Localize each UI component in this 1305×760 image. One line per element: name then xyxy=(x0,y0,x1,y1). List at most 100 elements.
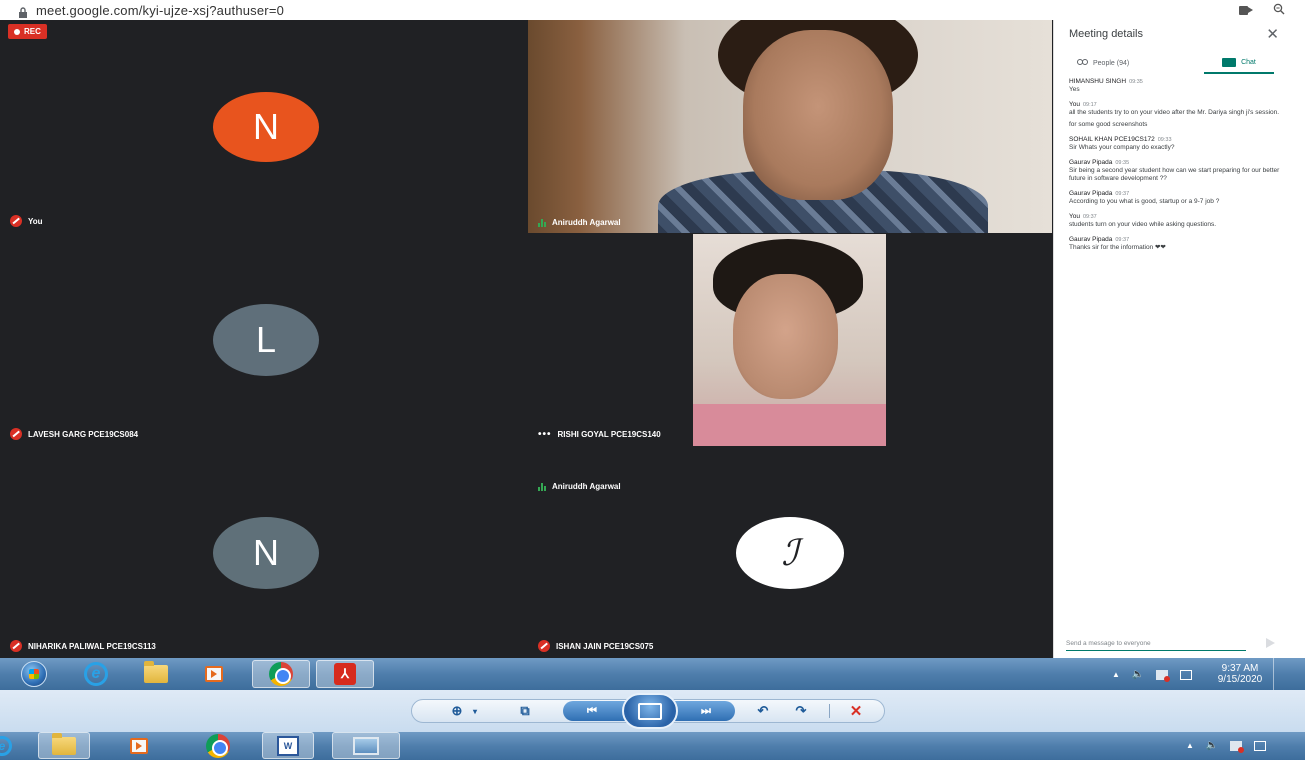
internet-explorer-icon: e xyxy=(84,662,108,686)
message-time: 09:37 xyxy=(1115,237,1130,243)
chat-message: HIMANSHU SINGH 09:35 Yes xyxy=(1069,78,1284,94)
taskbar-media-player[interactable] xyxy=(118,732,160,759)
message-time: 09:35 xyxy=(1129,79,1143,85)
zoom-icon[interactable]: ⊕ xyxy=(447,702,467,720)
taskbar-ie[interactable]: e xyxy=(76,660,116,688)
folder-icon xyxy=(144,661,168,683)
message-text: for some good screenshots xyxy=(1069,121,1148,128)
taskbar-explorer[interactable] xyxy=(136,660,176,688)
taskbar-chrome[interactable] xyxy=(252,660,310,688)
participant-name-text: NIHARIKA PALIWAL PCE19CS113 xyxy=(28,641,156,651)
camera-icon[interactable] xyxy=(1239,6,1253,15)
taskbar-word[interactable]: W xyxy=(262,732,314,759)
chat-message: You 09:37 students turn on your video whi… xyxy=(1069,213,1284,229)
taskbar-chrome[interactable] xyxy=(192,732,244,759)
show-desktop-button[interactable] xyxy=(1273,658,1283,690)
recording-badge: REC xyxy=(8,24,47,39)
actual-size-icon[interactable]: ⧉ xyxy=(514,702,536,720)
toolbar-divider xyxy=(829,704,830,718)
folder-icon xyxy=(52,732,76,755)
message-sender: Gaurav Pipada xyxy=(1069,190,1113,197)
meeting-details-panel: Meeting details ✕ People (94) Chat HIMAN… xyxy=(1053,20,1293,658)
start-button[interactable] xyxy=(14,660,54,688)
network-icon[interactable] xyxy=(1180,669,1193,680)
delete-icon[interactable]: ✕ xyxy=(845,702,867,720)
participant-name: You xyxy=(10,215,43,227)
action-center-flag-icon[interactable] xyxy=(1156,669,1171,682)
avatar-letter: N xyxy=(253,106,279,147)
participant-video-feed xyxy=(693,234,886,446)
chat-message-input[interactable]: Send a message to everyone xyxy=(1066,637,1246,651)
avatar-letter: N xyxy=(253,532,279,573)
volume-icon[interactable]: 🔈 xyxy=(1132,669,1144,680)
photo-viewer-icon xyxy=(353,736,379,755)
photo-viewer-toolbar: ⊕ ▾ ⧉ ⏮ ⏭ ↶ ↷ ✕ xyxy=(0,690,1305,732)
windows-taskbar-secondary: e W ▲ 🔈 xyxy=(0,732,1305,760)
message-sender: Gaurav Pipada xyxy=(1069,236,1113,243)
recording-label: REC xyxy=(24,27,41,36)
windows-start-icon xyxy=(21,661,47,687)
avatar-letter: L xyxy=(255,319,277,360)
avatar: L xyxy=(213,304,319,376)
network-icon[interactable] xyxy=(1254,740,1267,751)
message-text: According to you what is good, startup o… xyxy=(1069,198,1220,205)
participant-tile-lavesh[interactable]: L LAVESH GARG PCE19CS084 xyxy=(0,234,527,446)
avatar-letter: ℐ xyxy=(781,532,799,574)
message-sender: Gaurav Pipada xyxy=(1069,159,1113,166)
mic-muted-icon xyxy=(10,215,22,227)
message-text: students turn on your video while asking… xyxy=(1069,221,1217,228)
chat-messages: HIMANSHU SINGH 09:35 Yes You 09:17 all the… xyxy=(1069,78,1284,259)
participant-tile-niharika[interactable]: N NIHARIKA PALIWAL PCE19CS113 xyxy=(0,447,527,658)
tab-chat[interactable]: Chat xyxy=(1204,52,1274,74)
system-tray: ▲ 🔈 xyxy=(1186,740,1267,753)
rotate-counterclockwise-icon[interactable]: ↶ xyxy=(752,702,774,720)
lock-icon xyxy=(18,5,28,18)
screenshot-root: meet.google.com/kyi-ujze-xsj?authuser=0 … xyxy=(0,0,1305,760)
taskbar-acrobat[interactable]: ⅄ xyxy=(316,660,374,688)
slideshow-button[interactable] xyxy=(622,693,678,729)
send-icon[interactable] xyxy=(1266,638,1275,648)
record-dot-icon xyxy=(14,28,20,35)
participant-name-overlay: Aniruddh Agarwal xyxy=(538,219,621,754)
taskbar-media-player[interactable] xyxy=(194,660,234,688)
tab-chat-label: Chat xyxy=(1241,58,1256,66)
tray-expand-icon[interactable]: ▲ xyxy=(1112,670,1120,679)
avatar: ℐ xyxy=(736,517,844,589)
internet-explorer-icon: e xyxy=(0,736,12,756)
panel-tabs: People (94) Chat xyxy=(1054,52,1294,74)
windows-taskbar: e ⅄ ▲ 🔈 9:37 AM 9/15/2020 xyxy=(0,658,1305,690)
participant-name: LAVESH GARG PCE19CS084 xyxy=(10,428,138,440)
chat-message: You 09:17 all the students try to on your… xyxy=(1069,101,1284,129)
participant-video-feed xyxy=(528,20,1052,233)
acrobat-pdf-icon: ⅄ xyxy=(334,663,356,685)
browser-url-bar[interactable]: meet.google.com/kyi-ujze-xsj?authuser=0 xyxy=(0,0,1305,20)
zoom-dropdown-icon[interactable]: ▾ xyxy=(470,702,480,720)
volume-icon[interactable]: 🔈 xyxy=(1206,740,1218,751)
taskbar-explorer[interactable] xyxy=(38,732,90,759)
participant-name-text: LAVESH GARG PCE19CS084 xyxy=(28,429,139,439)
avatar: N xyxy=(213,517,319,589)
next-icon[interactable]: ⏭ xyxy=(694,702,718,720)
speaking-indicator-icon xyxy=(538,482,546,491)
action-center-flag-icon[interactable] xyxy=(1230,740,1245,753)
clock-time: 9:37 AM xyxy=(1221,663,1259,674)
message-sender: SOHAIL KHAN PCE19CS172 xyxy=(1069,136,1155,143)
rotate-clockwise-icon[interactable]: ↷ xyxy=(790,702,812,720)
start-button[interactable]: e xyxy=(0,732,16,760)
chat-icon xyxy=(1222,57,1237,67)
close-icon[interactable]: ✕ xyxy=(1266,25,1279,43)
message-sender: You xyxy=(1069,213,1080,220)
taskbar-clock[interactable]: 9:37 AM 9/15/2020 xyxy=(1210,663,1270,685)
message-text: Sir Whats your company do exactly? xyxy=(1069,144,1175,151)
zoom-magnifier-icon[interactable] xyxy=(1273,3,1285,18)
clock-date: 9/15/2020 xyxy=(1217,674,1263,685)
participant-tile-you[interactable]: N You xyxy=(0,20,527,233)
taskbar-photo-viewer[interactable] xyxy=(332,732,400,759)
message-sender: HIMANSHU SINGH xyxy=(1069,78,1127,85)
media-player-icon xyxy=(205,666,223,682)
tray-expand-icon[interactable]: ▲ xyxy=(1186,741,1194,750)
chat-message: Gaurav Pipada 09:37 Thanks sir for the in… xyxy=(1069,236,1284,252)
url-text[interactable]: meet.google.com/kyi-ujze-xsj?authuser=0 xyxy=(36,3,284,18)
tab-people[interactable]: People (94) xyxy=(1076,52,1129,74)
message-time: 09:37 xyxy=(1115,191,1130,197)
